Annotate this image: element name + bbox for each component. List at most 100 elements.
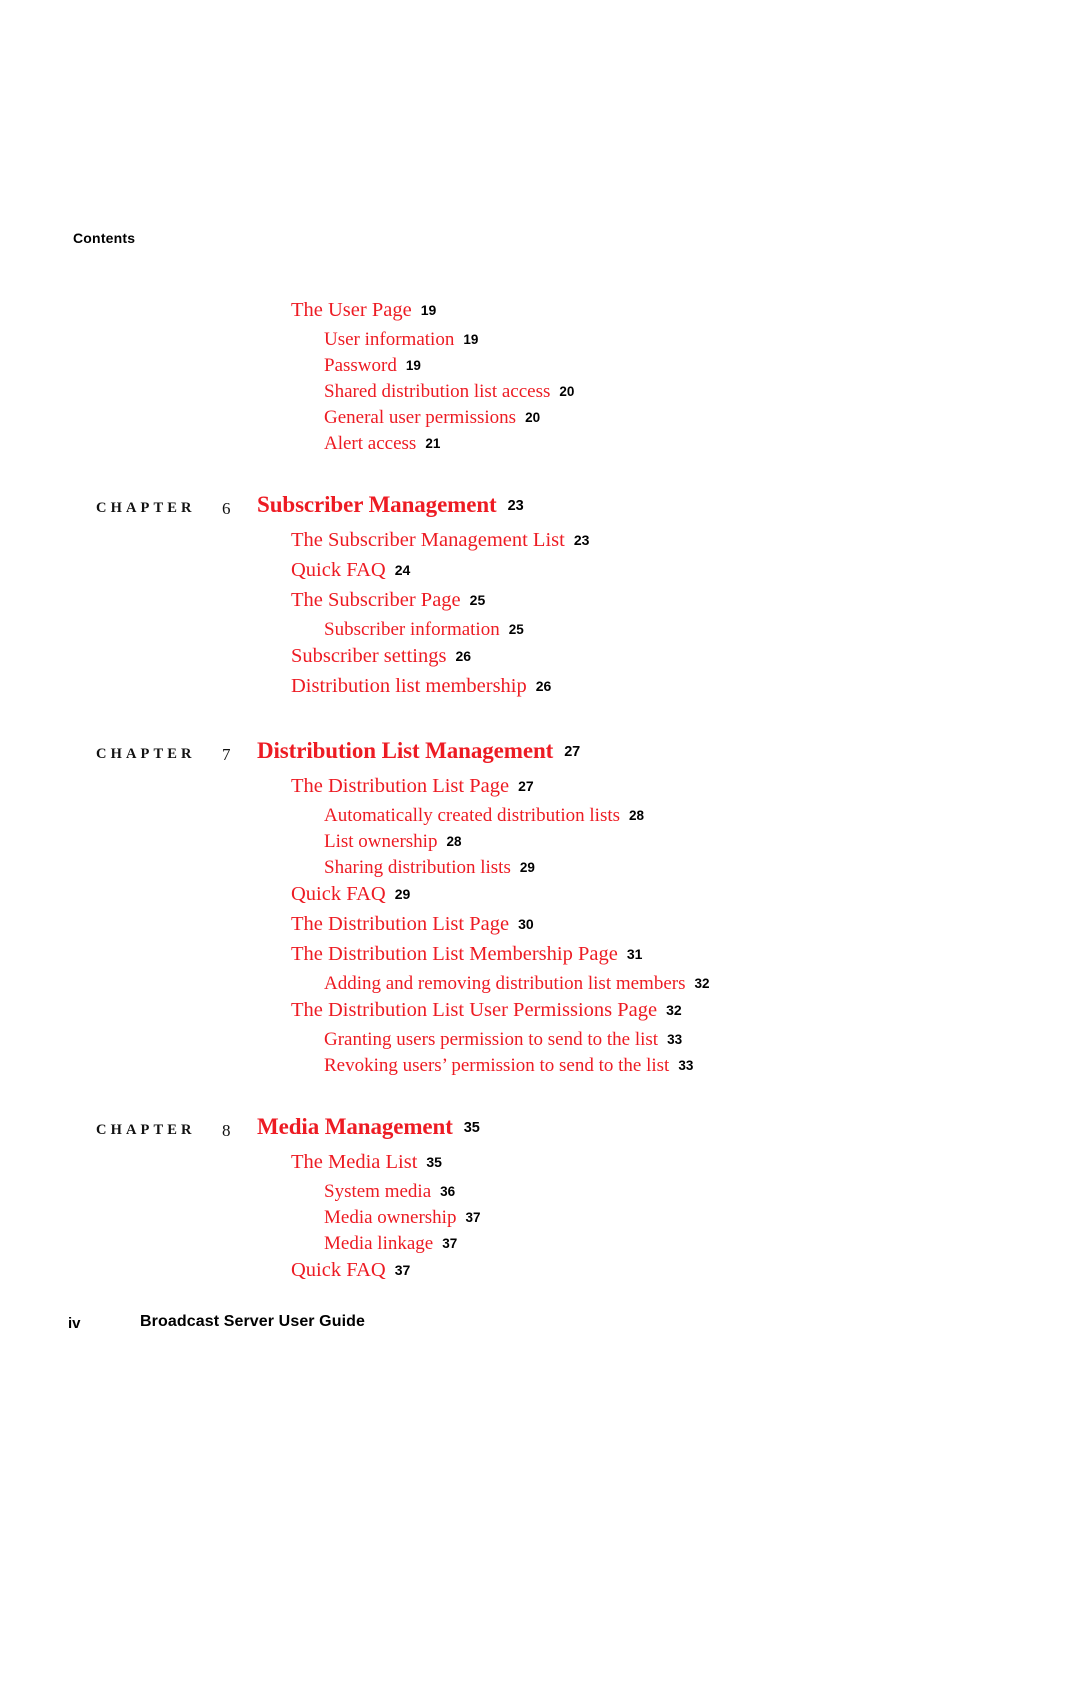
- toc-entry-page-number: 36: [440, 1184, 456, 1199]
- toc-entry-page-number: 19: [405, 358, 421, 373]
- chapter-label: CHAPTER: [96, 500, 196, 516]
- toc-entry-page-number: 33: [667, 1032, 683, 1047]
- toc-entry-title: Media linkage: [324, 1233, 434, 1254]
- toc-entry-page-number: 21: [425, 436, 441, 451]
- toc-entry-title: Media ownership: [324, 1207, 457, 1228]
- chapter-heading[interactable]: CHAPTER 6 Subscriber Management 23: [0, 492, 1080, 530]
- toc-entry-page-number: 25: [469, 592, 486, 608]
- toc-entry[interactable]: Media linkage 37: [0, 1234, 1080, 1260]
- toc-entry[interactable]: Revoking users’ permission to send to th…: [0, 1056, 1080, 1082]
- toc-entry-page-number: 29: [394, 886, 411, 902]
- chapter-number: 8: [222, 1121, 231, 1140]
- toc-entry-page-number: 26: [535, 678, 552, 694]
- toc-entry-page-number: 24: [394, 562, 411, 578]
- toc-entry-page-number: 35: [426, 1154, 442, 1170]
- toc-entry-title: Password: [324, 355, 397, 376]
- toc-entry-page-number: 19: [463, 332, 479, 347]
- running-head: Contents: [73, 230, 136, 246]
- toc-entry[interactable]: The Media List 35: [0, 1152, 1080, 1182]
- toc-entry-title: Quick FAQ: [291, 883, 386, 905]
- toc-entry-title: Revoking users’ permission to send to th…: [324, 1055, 670, 1076]
- toc-entry-title: Distribution list membership: [291, 675, 527, 697]
- toc-entry[interactable]: Granting users permission to send to the…: [0, 1030, 1080, 1056]
- toc-entry-page-number: 28: [629, 808, 645, 823]
- toc-entry-page-number: 32: [694, 976, 710, 991]
- chapter-title[interactable]: Distribution List Management 27: [257, 738, 580, 764]
- toc-entry[interactable]: Subscriber settings 26: [0, 646, 1080, 676]
- toc-entry[interactable]: Sharing distribution lists 29: [0, 858, 1080, 884]
- toc-entry-title: Adding and removing distribution list me…: [324, 973, 686, 994]
- toc-entry-title: Sharing distribution lists: [324, 857, 511, 878]
- chapter-title-text: Media Management: [257, 1114, 453, 1139]
- toc-entry-page-number: 37: [442, 1236, 458, 1251]
- toc-entry-title: Quick FAQ: [291, 1259, 386, 1281]
- chapter-heading[interactable]: CHAPTER 8 Media Management 35: [0, 1114, 1080, 1152]
- toc-entry-page-number: 25: [508, 622, 524, 637]
- chapter-number: 6: [222, 499, 231, 518]
- toc-entry-page-number: 20: [525, 410, 541, 425]
- chapter-heading[interactable]: CHAPTER 7 Distribution List Management 27: [0, 738, 1080, 776]
- toc-entry-page-number: 31: [626, 946, 643, 962]
- toc-entry-title: The Subscriber Page: [291, 589, 461, 611]
- toc-entry-title: The Subscriber Management List: [291, 529, 565, 551]
- toc-entry[interactable]: Shared distribution list access 20: [0, 382, 1080, 408]
- toc-entry-title: The User Page: [291, 299, 412, 321]
- toc-entry-page-number: 33: [678, 1058, 694, 1073]
- toc-entry[interactable]: Subscriber information 25: [0, 620, 1080, 646]
- toc-entry[interactable]: The Distribution List Page 27: [0, 776, 1080, 806]
- chapter-title[interactable]: Subscriber Management 23: [257, 492, 524, 518]
- toc-entry[interactable]: List ownership 28: [0, 832, 1080, 858]
- toc-entry[interactable]: The Distribution List User Permissions P…: [0, 1000, 1080, 1030]
- toc-entry[interactable]: Alert access 21: [0, 434, 1080, 460]
- toc-entry[interactable]: The Distribution List Membership Page 31: [0, 944, 1080, 974]
- toc-entry-title: Granting users permission to send to the…: [324, 1029, 659, 1050]
- toc-entry[interactable]: Automatically created distribution lists…: [0, 806, 1080, 832]
- toc-entry[interactable]: Quick FAQ 29: [0, 884, 1080, 914]
- chapter-page-number: 35: [463, 1120, 480, 1136]
- chapter-page-number: 23: [507, 498, 524, 514]
- toc-group: CHAPTER 8 Media Management 35 The Media List…: [0, 1114, 1080, 1290]
- document-page: Contents The User Page 19 User information…: [0, 0, 1080, 1697]
- toc-entry-page-number: 26: [455, 648, 472, 664]
- toc-entry-title: Subscriber settings: [291, 645, 447, 667]
- toc-entry[interactable]: Quick FAQ 24: [0, 560, 1080, 590]
- toc-entry[interactable]: The Distribution List Page 30: [0, 914, 1080, 944]
- toc-entry-title: The Distribution List User Permissions P…: [291, 999, 658, 1021]
- toc-entry-title: Alert access: [324, 433, 417, 454]
- toc-entry[interactable]: User information 19: [0, 330, 1080, 356]
- toc-entry[interactable]: General user permissions 20: [0, 408, 1080, 434]
- chapter-title[interactable]: Media Management 35: [257, 1114, 480, 1140]
- toc-entry-title: General user permissions: [324, 407, 517, 428]
- toc-entry-page-number: 30: [518, 916, 534, 932]
- toc-entry-page-number: 37: [465, 1210, 481, 1225]
- toc-group: CHAPTER 7 Distribution List Management 27 Th…: [0, 738, 1080, 1082]
- toc-entry-title: Subscriber information: [324, 619, 500, 640]
- toc-entry[interactable]: The Subscriber Page 25: [0, 590, 1080, 620]
- toc-entry[interactable]: Quick FAQ 37: [0, 1260, 1080, 1290]
- toc-entry[interactable]: Adding and removing distribution list me…: [0, 974, 1080, 1000]
- toc-entry-title: List ownership: [324, 831, 438, 852]
- toc-entry[interactable]: The User Page 19: [0, 300, 1080, 330]
- toc-entry[interactable]: System media 36: [0, 1182, 1080, 1208]
- page-footer: iv Broadcast Server User Guide: [0, 1313, 1080, 1339]
- toc-entry[interactable]: The Subscriber Management List 23: [0, 530, 1080, 560]
- toc-entry-page-number: 28: [446, 834, 462, 849]
- toc-entry-page-number: 23: [573, 532, 590, 548]
- toc-entry[interactable]: Distribution list membership 26: [0, 676, 1080, 706]
- toc-entry-title: The Distribution List Page: [291, 775, 510, 797]
- toc-entry-title: Automatically created distribution lists: [324, 805, 621, 826]
- chapter-label: CHAPTER: [96, 1122, 196, 1138]
- chapter-title-text: Subscriber Management: [257, 492, 497, 517]
- toc-entry-page-number: 37: [394, 1262, 411, 1278]
- toc-entry-title: User information: [324, 329, 455, 350]
- toc-entry-page-number: 27: [518, 778, 534, 794]
- toc-entry[interactable]: Password 19: [0, 356, 1080, 382]
- toc-entry[interactable]: Media ownership 37: [0, 1208, 1080, 1234]
- toc-entry-title: The Media List: [291, 1151, 418, 1173]
- chapter-number: 7: [222, 745, 231, 764]
- chapter-title-text: Distribution List Management: [257, 738, 554, 763]
- toc-entry-title: The Distribution List Page: [291, 913, 510, 935]
- toc-entry-page-number: 29: [519, 860, 535, 875]
- table-of-contents: The User Page 19 User information 19 Passwor…: [0, 300, 1080, 1290]
- footer-document-title: Broadcast Server User Guide: [140, 1313, 366, 1330]
